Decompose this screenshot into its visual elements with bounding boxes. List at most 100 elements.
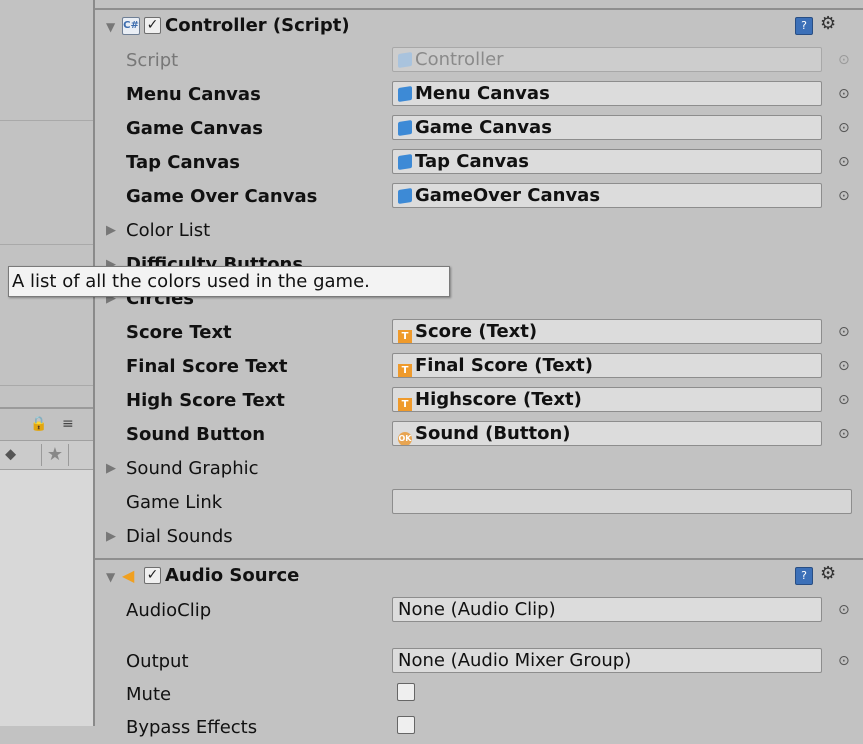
field-label: Menu Canvas (126, 84, 261, 105)
field-label: Mute (126, 684, 172, 705)
audioclip-field[interactable]: None (Audio Clip) (392, 597, 822, 622)
enable-checkbox[interactable]: ✓ (144, 17, 161, 34)
foldout-label: Color List (126, 220, 211, 241)
foldout-down-icon[interactable]: ▼ (106, 570, 115, 584)
menu-canvas-field[interactable]: Menu Canvas (392, 81, 822, 106)
field-label: Output (126, 651, 189, 672)
high-score-text-field[interactable]: T Highscore (Text) (392, 387, 822, 412)
score-text-field[interactable]: T Score (Text) (392, 319, 822, 344)
bypass-effects-checkbox[interactable] (397, 716, 415, 734)
final-score-text-field[interactable]: T Final Score (Text) (392, 353, 822, 378)
field-value: Sound (Button) (415, 423, 571, 444)
foldout-down-icon[interactable]: ▼ (106, 20, 115, 34)
object-picker-icon[interactable]: ⊙ (838, 358, 850, 374)
object-picker-icon[interactable]: ⊙ (838, 602, 850, 618)
menu-icon[interactable]: ≡ (62, 416, 88, 438)
foldout-right-icon[interactable]: ▶ (106, 529, 116, 544)
tap-canvas-field[interactable]: Tap Canvas (392, 149, 822, 174)
hierarchy-panel: 🔒 ≡ ⬥ ★ (0, 0, 93, 726)
sound-graphic-foldout[interactable]: ▶ Sound Graphic (95, 451, 863, 485)
component-title: Controller (Script) (165, 15, 350, 36)
script-field: Controller (392, 47, 822, 72)
speaker-icon: ◀ (122, 566, 135, 585)
object-picker-icon: ⊙ (838, 52, 850, 68)
component-separator (95, 8, 863, 10)
cube-icon (398, 120, 412, 136)
script-file-icon (398, 52, 412, 68)
script-icon: C# (122, 17, 140, 35)
panel-divider (0, 385, 93, 386)
high-score-text-row: High Score Text T Highscore (Text) ⊙ (95, 383, 863, 417)
star-icon[interactable]: ★ (41, 444, 69, 466)
field-value: Tap Canvas (415, 151, 530, 172)
text-icon: T (398, 364, 412, 377)
controller-header[interactable]: ▼ C# ✓ Controller (Script) ? ⚙ (95, 8, 863, 42)
mute-row: Mute (95, 677, 863, 711)
object-picker-icon[interactable]: ⊙ (838, 653, 850, 669)
field-label: Bypass Effects (126, 717, 258, 738)
final-score-text-row: Final Score Text T Final Score (Text) ⊙ (95, 349, 863, 383)
object-picker-icon[interactable]: ⊙ (838, 392, 850, 408)
cube-icon (398, 86, 412, 102)
output-field[interactable]: None (Audio Mixer Group) (392, 648, 822, 673)
game-over-canvas-field[interactable]: GameOver Canvas (392, 183, 822, 208)
game-canvas-field[interactable]: Game Canvas (392, 115, 822, 140)
field-value: Game Canvas (415, 117, 552, 138)
field-value: Score (Text) (415, 321, 538, 342)
foldout-right-icon[interactable]: ▶ (106, 223, 116, 238)
object-picker-icon[interactable]: ⊙ (838, 426, 850, 442)
field-value: Highscore (Text) (415, 389, 582, 410)
help-icon[interactable]: ? (795, 567, 813, 585)
field-label: Tap Canvas (126, 152, 241, 173)
help-icon[interactable]: ? (795, 17, 813, 35)
score-text-row: Score Text T Score (Text) ⊙ (95, 315, 863, 349)
field-label: Final Score Text (126, 356, 288, 377)
tag-icon[interactable]: ⬥ (5, 444, 29, 466)
field-label: Game Link (126, 492, 223, 513)
dial-sounds-foldout[interactable]: ▶ Dial Sounds (95, 519, 863, 553)
enable-checkbox[interactable]: ✓ (144, 567, 161, 584)
audio-source-header[interactable]: ▼ ◀ ✓ Audio Source ? ⚙ (95, 558, 863, 592)
foldout-label: Sound Graphic (126, 458, 259, 479)
sound-button-field[interactable]: OK Sound (Button) (392, 421, 822, 446)
bypass-effects-row: Bypass Effects (95, 710, 863, 744)
game-link-input[interactable] (392, 489, 852, 514)
object-picker-icon[interactable]: ⊙ (838, 324, 850, 340)
component-separator (95, 558, 863, 560)
field-label: Script (126, 50, 179, 71)
object-picker-icon[interactable]: ⊙ (838, 188, 850, 204)
menu-canvas-row: Menu Canvas Menu Canvas ⊙ (95, 77, 863, 111)
panel-divider (0, 244, 93, 245)
button-icon: OK (398, 432, 412, 445)
cube-icon (398, 188, 412, 204)
object-picker-icon[interactable]: ⊙ (838, 154, 850, 170)
lock-icon[interactable]: 🔒 (30, 416, 56, 438)
field-label: High Score Text (126, 390, 285, 411)
foldout-right-icon[interactable]: ▶ (106, 461, 116, 476)
object-picker-icon[interactable]: ⊙ (838, 120, 850, 136)
field-value: Controller (415, 49, 504, 70)
game-over-canvas-row: Game Over Canvas GameOver Canvas ⊙ (95, 179, 863, 213)
tap-canvas-row: Tap Canvas Tap Canvas ⊙ (95, 145, 863, 179)
project-list (0, 470, 93, 726)
field-value: GameOver Canvas (415, 185, 601, 206)
component-title: Audio Source (165, 565, 300, 586)
script-row: Script Controller ⊙ (95, 43, 863, 77)
game-canvas-row: Game Canvas Game Canvas ⊙ (95, 111, 863, 145)
gear-icon[interactable]: ⚙ (820, 563, 836, 584)
field-label: Game Over Canvas (126, 186, 318, 207)
text-icon: T (398, 330, 412, 343)
color-list-foldout[interactable]: ▶ Color List (95, 213, 863, 247)
foldout-label: Dial Sounds (126, 526, 233, 547)
field-label: Game Canvas (126, 118, 263, 139)
sound-button-row: Sound Button OK Sound (Button) ⊙ (95, 417, 863, 451)
output-row: Output None (Audio Mixer Group) ⊙ (95, 644, 863, 678)
field-value: Final Score (Text) (415, 355, 593, 376)
tag-toolbar: ⬥ ★ (0, 440, 93, 470)
object-picker-icon[interactable]: ⊙ (838, 86, 850, 102)
field-label: Score Text (126, 322, 232, 343)
panel-divider (0, 120, 93, 121)
mute-checkbox[interactable] (397, 683, 415, 701)
field-label: AudioClip (126, 600, 212, 621)
gear-icon[interactable]: ⚙ (820, 13, 836, 34)
